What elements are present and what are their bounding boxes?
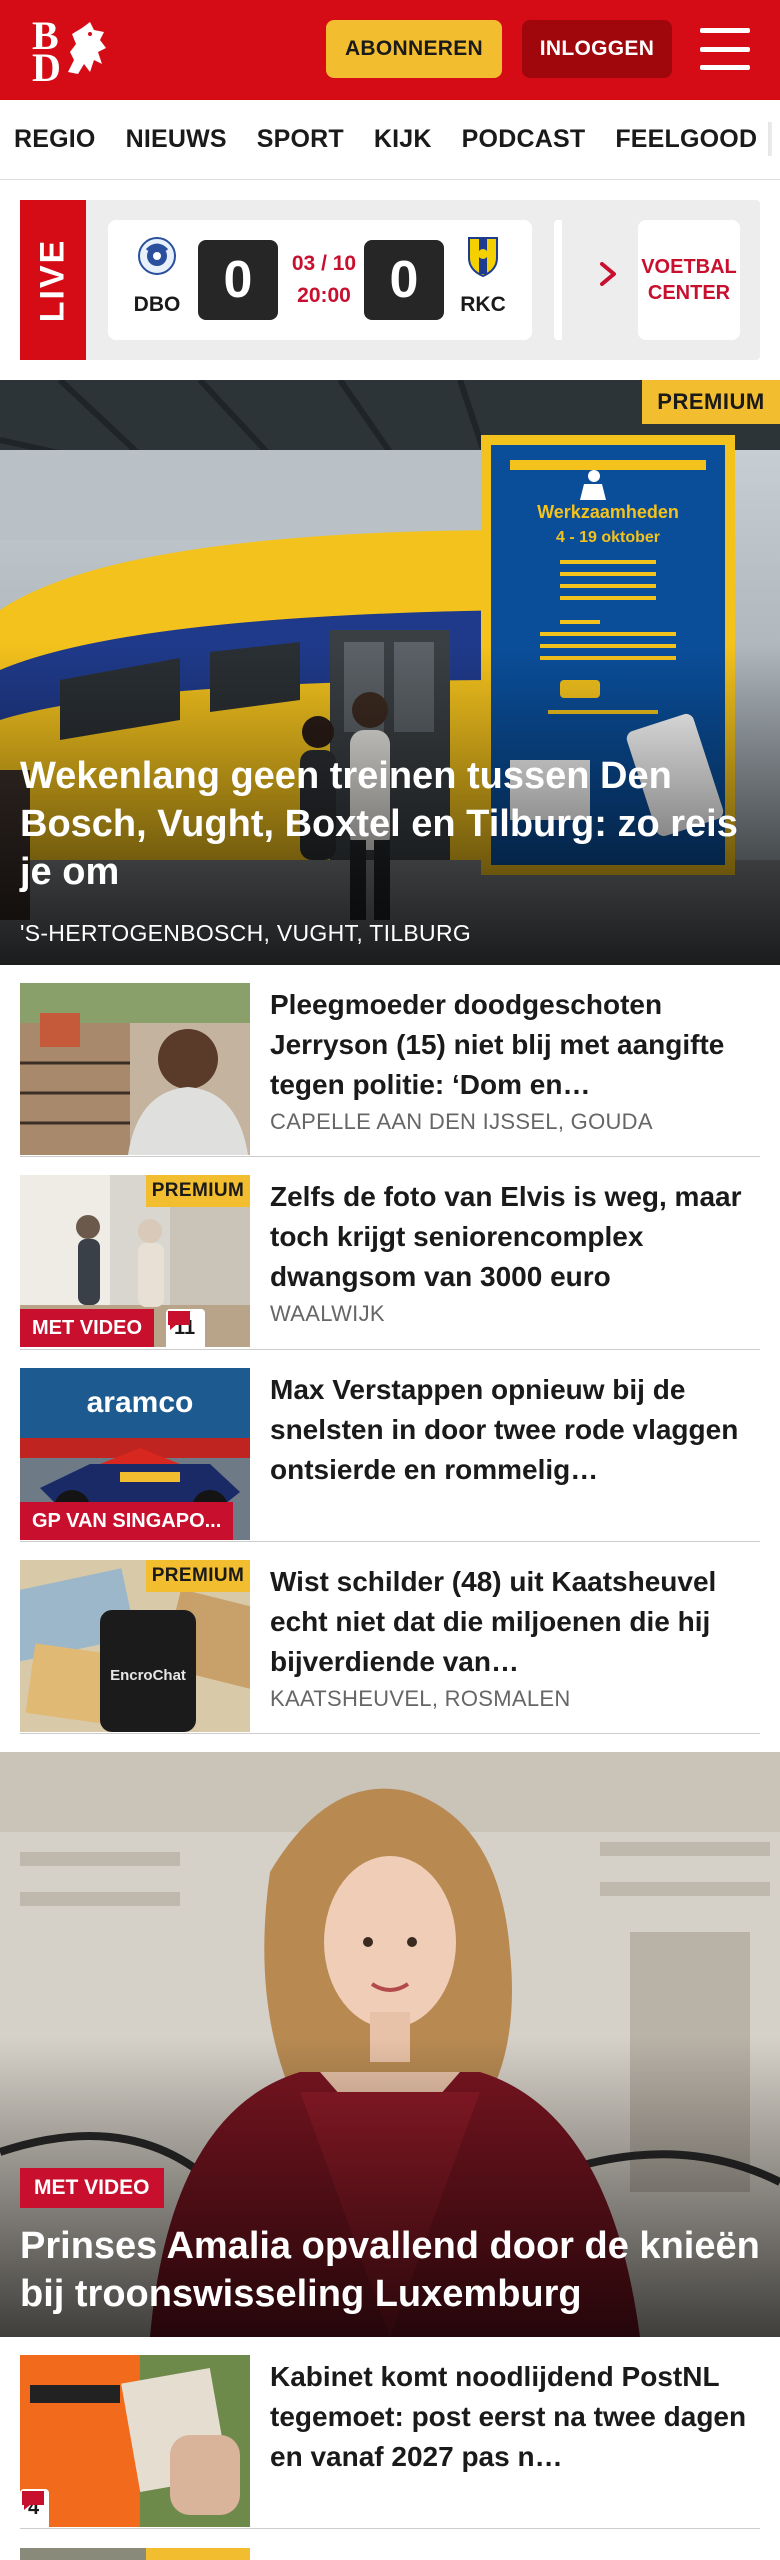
article-thumbnail: 4 (20, 2355, 250, 2527)
article-title[interactable]: Max Verstappen opnieuw bij de snelsten i… (270, 1370, 760, 1490)
article-thumbnail (20, 983, 250, 1155)
list-item[interactable]: PREMIUM MET VIDEO 11 Zelfs de foto van E… (20, 1157, 760, 1350)
article-location: CAPELLE AAN DEN IJSSEL, GOUDA (270, 1109, 653, 1134)
comment-icon (168, 1311, 190, 1330)
list-item[interactable]: 4 Kabinet komt noodlijdend PostNL tegemo… (20, 2337, 760, 2529)
match-date: 03 / 10 (291, 252, 357, 275)
away-score: 0 (364, 240, 444, 320)
article-location: KAATSHEUVEL, ROSMALEN (270, 1686, 571, 1711)
premium-badge: PREMIUM (146, 1560, 250, 1592)
dbo-crest-icon (138, 237, 176, 275)
chevron-right-icon[interactable] (596, 262, 620, 286)
home-team: DBO (122, 234, 192, 317)
list-item[interactable]: EncroChat PREMIUM Wist schilder (48) uit… (20, 1542, 760, 1734)
subscribe-button[interactable]: ABONNEREN (326, 20, 502, 78)
live-label: LIVE (20, 200, 86, 360)
feature-title[interactable]: Prinses Amalia opvallend door de knieën … (20, 2222, 770, 2318)
nav-item-kijk[interactable]: KIJK (374, 125, 432, 154)
comment-icon (22, 2491, 44, 2510)
away-team-name: RKC (460, 293, 506, 316)
article-location: WAALWIJK (270, 1301, 385, 1326)
comment-count[interactable]: 4 (20, 2489, 50, 2527)
hero-title[interactable]: Wekenlang geen treinen tussen Den Bosch,… (20, 752, 760, 896)
feature-article[interactable]: MET VIDEO Prinses Amalia opvallend door … (0, 1752, 780, 2337)
site-header: B D ABONNEREN INLOGGEN (0, 0, 780, 100)
article-title[interactable]: Wist schilder (48) uit Kaatsheu­vel echt… (270, 1562, 760, 1682)
match-datetime: 03 / 10 20:00 (284, 248, 364, 312)
lion-icon (68, 22, 106, 74)
video-badge: MET VIDEO (20, 2168, 164, 2208)
article-thumbnail: aramco GP VAN SINGAPO... (20, 1368, 250, 1540)
home-score: 0 (198, 240, 278, 320)
svg-text:aramco: aramco (87, 1386, 194, 1419)
match-card[interactable]: DBO 0 03 / 10 20:00 0 RKC (108, 220, 532, 340)
match-time: 20:00 (297, 284, 351, 307)
article-title[interactable]: Kabinet komt noodlijdend PostNL tegemoet… (270, 2357, 760, 2477)
hero-location: 'S-HERTOGENBOSCH, VUGHT, TILBURG (20, 920, 472, 946)
list-item[interactable]: Pleegmoeder doodgeschoten Jerryson (15) … (20, 965, 760, 1157)
live-scores: LIVE DBO 0 03 / 10 20:00 0 RKC VOETBAL C… (20, 200, 760, 360)
nav-item-podcast[interactable]: PODCAST (462, 125, 586, 154)
nav-item-feelgood[interactable]: FEELGOOD (615, 125, 757, 154)
next-article-thumbnail (20, 2548, 250, 2560)
comment-count[interactable]: 11 (166, 1309, 206, 1347)
premium-badge: PREMIUM (146, 1175, 250, 1207)
bd-logo[interactable]: B D (30, 16, 114, 88)
nav-item-regio[interactable]: REGIO (14, 125, 96, 154)
svg-text:Werkzaamheden: Werkzaamheden (537, 502, 679, 522)
menu-icon[interactable] (700, 28, 750, 70)
away-team: RKC (448, 234, 518, 317)
article-title[interactable]: Zelfs de foto van Elvis is weg, maar toc… (270, 1177, 760, 1297)
nav-item-nieuws[interactable]: NIEUWS (126, 125, 227, 154)
svg-text:EncroChat: EncroChat (110, 1667, 186, 1684)
main-nav: REGIO NIEUWS SPORT KIJK PODCAST FEELGOOD (0, 100, 780, 180)
svg-text:4 - 19 oktober: 4 - 19 oktober (556, 529, 660, 546)
article-title[interactable]: Pleegmoeder doodgeschoten Jerryson (15) … (270, 985, 760, 1105)
rkc-crest-icon (468, 237, 498, 278)
article-thumbnail: EncroChat PREMIUM (20, 1560, 250, 1732)
list-item[interactable]: aramco GP VAN SINGAPO... Max Verstappen … (20, 1350, 760, 1542)
next-match-card-edge[interactable] (554, 220, 562, 340)
login-button[interactable]: INLOGGEN (522, 20, 672, 78)
hero-article[interactable]: Werkzaamheden 4 - 19 oktober PREMIUM Wek… (0, 380, 780, 965)
voetbal-center-link[interactable]: VOETBAL CENTER (638, 220, 740, 340)
premium-badge: PREMIUM (642, 380, 780, 424)
article-thumbnail: PREMIUM MET VIDEO 11 (20, 1175, 250, 1347)
topic-badge: GP VAN SINGAPO... (20, 1502, 234, 1540)
home-team-name: DBO (133, 293, 181, 316)
video-badge: MET VIDEO (20, 1309, 155, 1347)
nav-item-sport[interactable]: SPORT (257, 125, 344, 154)
